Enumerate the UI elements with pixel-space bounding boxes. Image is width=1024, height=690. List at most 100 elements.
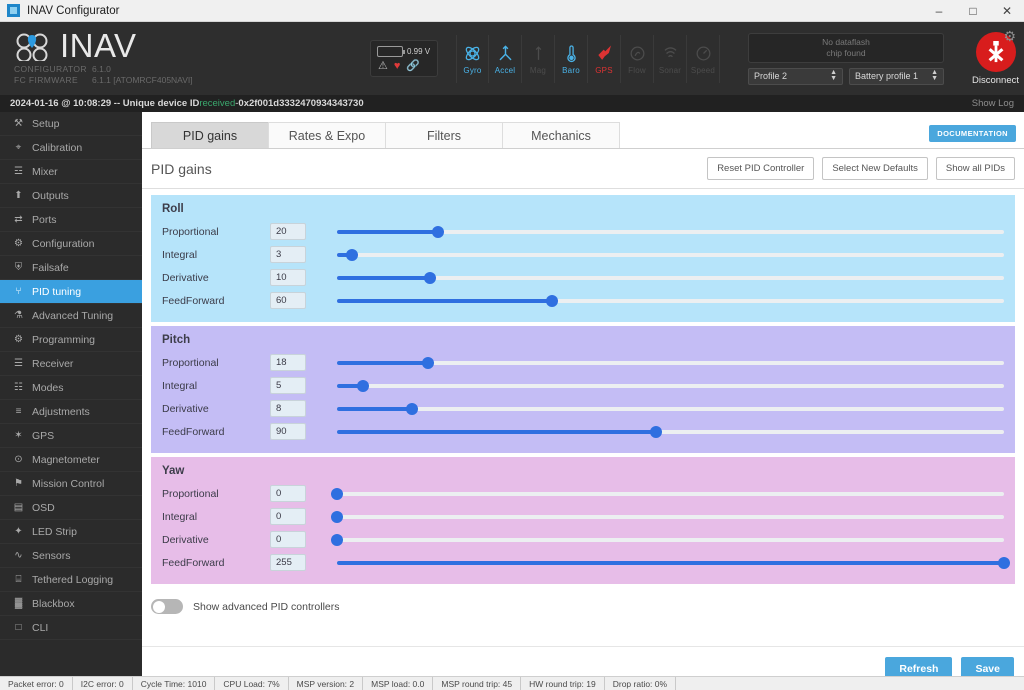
pid-group-yaw: Yaw Proportional 0 Integral 0 Derivative 0 Feed…	[151, 457, 1015, 584]
pid-slider[interactable]	[337, 294, 1004, 308]
profile-value: Profile 2	[754, 71, 788, 81]
pid-value-input[interactable]: 18	[270, 354, 306, 371]
show-log-button[interactable]: Show Log	[972, 98, 1014, 109]
slider-thumb[interactable]	[424, 271, 437, 284]
pid-slider[interactable]	[337, 402, 1004, 416]
pid-row: Proportional 18	[162, 351, 1004, 374]
settings-gear-icon[interactable]: ⚙	[1003, 28, 1016, 45]
tab-filters[interactable]: Filters	[385, 122, 503, 148]
sidebar-item-blackbox[interactable]: ▓ Blackbox	[0, 592, 142, 616]
sidebar-item-outputs[interactable]: ⬆ Outputs	[0, 184, 142, 208]
sidebar-item-sensors[interactable]: ∿ Sensors	[0, 544, 142, 568]
pid-row: Derivative 10	[162, 266, 1004, 289]
status-item: I2C error: 0	[73, 677, 133, 690]
pid-groups-container: Roll Proportional 20 Integral 3 Derivative 10 F…	[142, 189, 1024, 588]
slider-fill	[337, 275, 431, 280]
pid-slider[interactable]	[337, 425, 1004, 439]
battery-profile-select[interactable]: Battery profile 1 ▲ ▼	[849, 67, 944, 85]
tab-rates-expo[interactable]: Rates & Expo	[268, 122, 386, 148]
pid-label: Proportional	[162, 356, 219, 369]
reset-pid-controller-button[interactable]: Reset PID Controller	[707, 157, 815, 180]
pid-value-input[interactable]: 90	[270, 423, 306, 440]
sidebar-item-failsafe[interactable]: ⛨ Failsafe	[0, 256, 142, 280]
show-advanced-pid-toggle[interactable]	[151, 599, 183, 614]
pid-slider[interactable]	[337, 248, 1004, 262]
sidebar-item-led-strip[interactable]: ✦ LED Strip	[0, 520, 142, 544]
sidebar-item-osd[interactable]: ▤ OSD	[0, 496, 142, 520]
pid-value-input[interactable]: 255	[270, 554, 306, 571]
pid-slider[interactable]	[331, 487, 1004, 501]
app-body: ⚒ Setup ⌖ Calibration ☲ Mixer ⬆ Outputs ⇄ Ports ⚙ C…	[0, 112, 1024, 690]
slider-track	[337, 406, 1004, 411]
select-new-defaults-button[interactable]: Select New Defaults	[822, 157, 928, 180]
sidebar-item-setup[interactable]: ⚒ Setup	[0, 112, 142, 136]
slider-track	[337, 383, 1004, 388]
pid-value-input[interactable]: 5	[270, 377, 306, 394]
sidebar-item-calibration[interactable]: ⌖ Calibration	[0, 136, 142, 160]
pid-value-input[interactable]: 8	[270, 400, 306, 417]
sidebar-item-tethered-logging[interactable]: ⌸ Tethered Logging	[0, 568, 142, 592]
pid-slider[interactable]	[337, 556, 1010, 570]
sidebar-item-advanced-tuning[interactable]: ⚗ Advanced Tuning	[0, 304, 142, 328]
tab-mechanics[interactable]: Mechanics	[502, 122, 620, 148]
sidebar-item-receiver[interactable]: ☰ Receiver	[0, 352, 142, 376]
slider-thumb[interactable]	[357, 379, 369, 392]
slider-thumb[interactable]	[331, 487, 343, 500]
close-button[interactable]: ✕	[990, 0, 1024, 22]
pid-slider[interactable]	[337, 356, 1004, 370]
slider-thumb[interactable]	[650, 425, 663, 438]
sidebar-item-configuration[interactable]: ⚙ Configuration	[0, 232, 142, 256]
slider-thumb[interactable]	[346, 248, 359, 261]
pid-value-input[interactable]: 60	[270, 292, 306, 309]
sidebar-item-cli[interactable]: □ CLI	[0, 616, 142, 640]
sidebar-item-adjustments[interactable]: ≡ Adjustments	[0, 400, 142, 424]
sidebar-item-magnetometer[interactable]: ⊙ Magnetometer	[0, 448, 142, 472]
profile-select[interactable]: Profile 2 ▲ ▼	[748, 67, 843, 85]
pid-slider[interactable]	[337, 379, 1004, 393]
slider-thumb[interactable]	[546, 294, 559, 307]
sensor-baro: Baro	[555, 34, 588, 83]
pid-label: FeedForward	[162, 294, 225, 307]
sidebar-item-label: Blackbox	[32, 597, 75, 610]
sidebar-item-mission-control[interactable]: ⚑ Mission Control	[0, 472, 142, 496]
pid-slider[interactable]	[331, 533, 1004, 547]
slider-thumb[interactable]	[998, 556, 1010, 569]
slider-track	[337, 360, 1004, 365]
sidebar-item-programming[interactable]: ⚙ Programming	[0, 328, 142, 352]
pid-value-input[interactable]: 10	[270, 269, 306, 286]
pid-value-input[interactable]: 0	[270, 531, 306, 548]
slider-thumb[interactable]	[331, 533, 343, 546]
pid-row: Proportional 20	[162, 220, 1004, 243]
sidebar-item-mixer[interactable]: ☲ Mixer	[0, 160, 142, 184]
sidebar-item-label: PID tuning	[32, 285, 82, 298]
slider-fill	[337, 298, 553, 303]
accel-icon	[496, 42, 515, 64]
slider-thumb[interactable]	[432, 225, 445, 238]
slider-thumb[interactable]	[422, 356, 435, 369]
dataflash-status: No dataflash chip found	[748, 32, 944, 63]
status-item: Drop ratio: 0%	[605, 677, 677, 690]
pid-value-input[interactable]: 0	[270, 508, 306, 525]
pid-value-input[interactable]: 3	[270, 246, 306, 263]
sidebar-item-modes[interactable]: ☷ Modes	[0, 376, 142, 400]
status-item: CPU Load: 7%	[215, 677, 289, 690]
minimize-button[interactable]: –	[922, 0, 956, 22]
gear-icon: ⚙	[14, 238, 23, 249]
sidebar-item-gps[interactable]: ✶ GPS	[0, 424, 142, 448]
version-info: CONFIGURATOR 6.1.0 FC FIRMWARE 6.1.1 [AT…	[14, 64, 290, 86]
slider-thumb[interactable]	[405, 402, 418, 415]
pid-value-input[interactable]: 0	[270, 485, 306, 502]
pid-slider[interactable]	[337, 271, 1004, 285]
tab-pid-gains[interactable]: PID gains	[151, 122, 269, 148]
pid-value-input[interactable]: 20	[270, 223, 306, 240]
documentation-button[interactable]: DOCUMENTATION	[929, 125, 1016, 142]
sidebar-item-ports[interactable]: ⇄ Ports	[0, 208, 142, 232]
pid-label: FeedForward	[162, 425, 225, 438]
maximize-button[interactable]: □	[956, 0, 990, 22]
pid-slider[interactable]	[337, 225, 1004, 239]
show-all-pids-button[interactable]: Show all PIDs	[935, 157, 1015, 180]
slider-thumb[interactable]	[331, 510, 343, 523]
sidebar-item-pid-tuning[interactable]: ⑂ PID tuning	[0, 280, 142, 304]
pid-slider[interactable]	[331, 510, 1004, 524]
slider-fill	[337, 429, 657, 434]
